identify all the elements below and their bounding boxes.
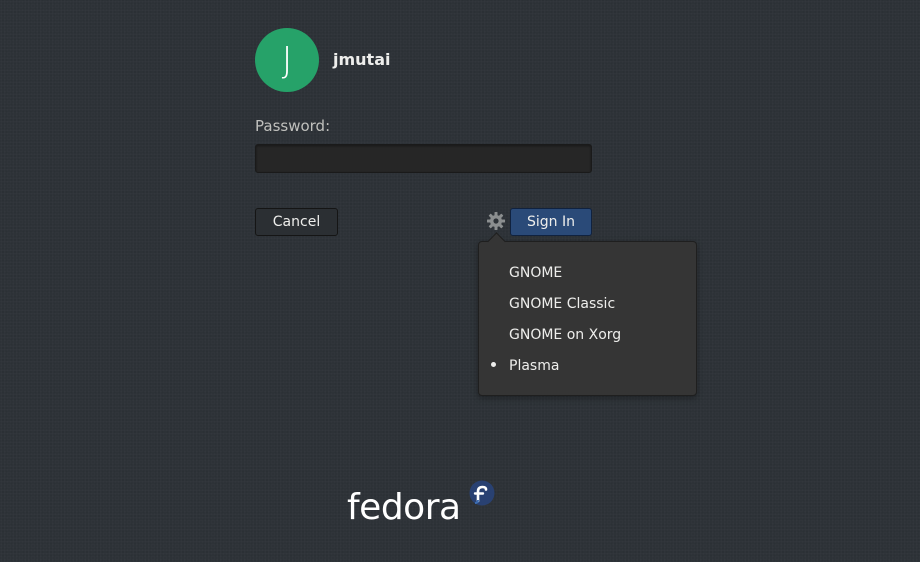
session-item-gnome-classic[interactable]: GNOME Classic: [479, 288, 696, 319]
fedora-infinity-icon: [469, 480, 495, 506]
session-item-label: Plasma: [509, 357, 560, 374]
gear-icon[interactable]: [486, 211, 506, 231]
logo-wordmark: fedora: [347, 487, 461, 528]
sign-in-button[interactable]: Sign In: [510, 208, 592, 236]
session-item-label: GNOME on Xorg: [509, 326, 622, 343]
session-item-gnome-xorg[interactable]: GNOME on Xorg: [479, 319, 696, 350]
cancel-button[interactable]: Cancel: [255, 208, 338, 236]
avatar: J: [255, 28, 319, 92]
session-item-label: GNOME: [509, 264, 563, 281]
password-label: Password:: [255, 117, 331, 135]
fedora-logo: fedora: [347, 480, 497, 530]
selected-dot-icon: [491, 362, 496, 367]
session-item-gnome[interactable]: GNOME: [479, 257, 696, 288]
session-item-label: GNOME Classic: [509, 295, 616, 312]
username: jmutai: [333, 50, 391, 69]
session-item-plasma[interactable]: Plasma: [479, 350, 696, 381]
password-field[interactable]: [255, 144, 592, 173]
session-menu: GNOME GNOME Classic GNOME on Xorg Plasma: [478, 232, 697, 396]
menu-pointer: [487, 232, 506, 251]
